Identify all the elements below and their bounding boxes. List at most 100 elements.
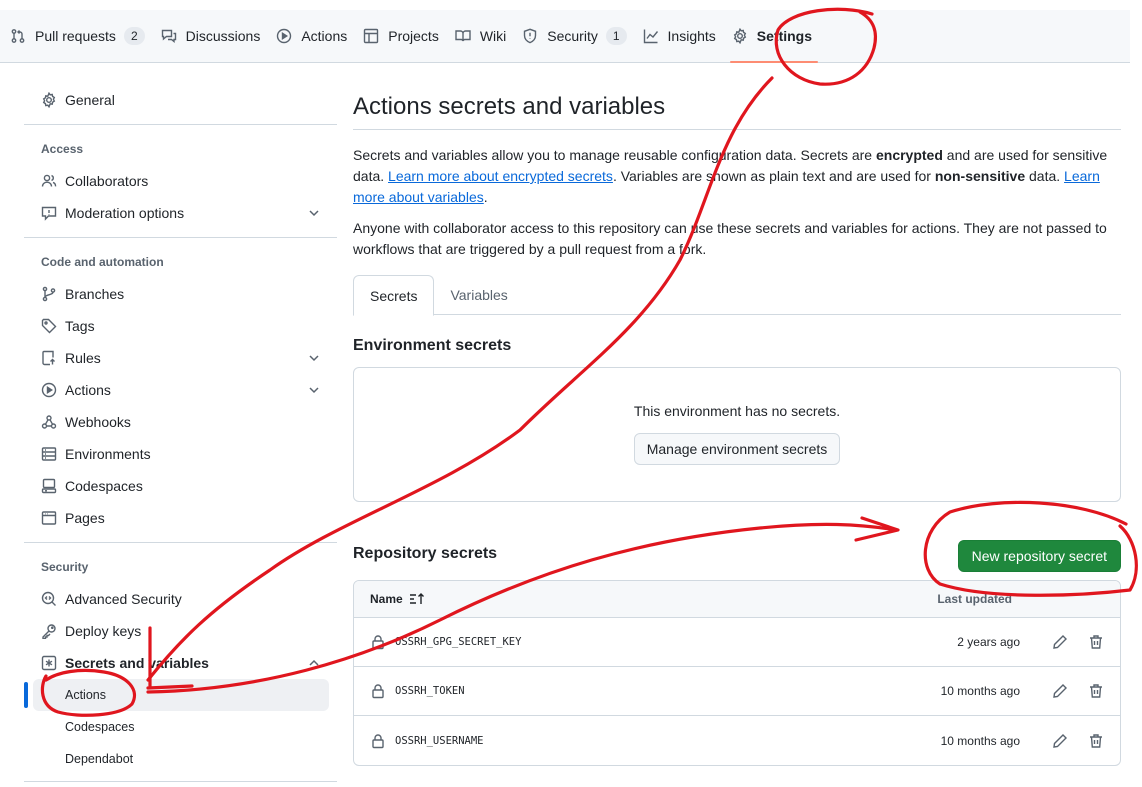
sidebar-item-actions[interactable]: Actions xyxy=(24,374,337,406)
gear-icon xyxy=(732,28,748,44)
secrets-variables-tabs: Secrets Variables xyxy=(353,275,1121,316)
column-last-updated: Last updated xyxy=(937,592,1012,606)
sidebar-subitem-actions[interactable]: Actions xyxy=(33,679,329,711)
chevron-down-icon xyxy=(307,351,321,365)
divider xyxy=(24,781,337,782)
sidebar-item-branches[interactable]: Branches xyxy=(24,278,337,310)
tab-label: Actions xyxy=(301,28,348,44)
empty-state-text: This environment has no secrets. xyxy=(633,403,841,419)
secret-name: OSSRH_USERNAME xyxy=(395,734,484,747)
sidebar-item-general[interactable]: General xyxy=(24,84,337,116)
sidebar-item-label: Advanced Security xyxy=(65,591,182,607)
sidebar-item-label: Pages xyxy=(65,510,105,526)
divider xyxy=(24,237,337,238)
sidebar-item-label: Webhooks xyxy=(65,414,131,430)
sidebar-item-label: Codespaces xyxy=(65,720,135,734)
text: data. xyxy=(1025,168,1065,184)
sidebar-item-deploy-keys[interactable]: Deploy keys xyxy=(24,615,337,647)
manage-environment-secrets-button[interactable]: Manage environment secrets xyxy=(633,433,841,465)
sidebar-item-label: Branches xyxy=(65,286,125,302)
sidebar-subitem-codespaces[interactable]: Codespaces xyxy=(33,711,329,743)
tab-label: Discussions xyxy=(185,28,261,44)
tab-label: Insights xyxy=(667,28,716,44)
tab-variables[interactable]: Variables xyxy=(434,275,523,315)
repo-nav: Pull requests 2 Discussions Actions Proj… xyxy=(0,10,1130,63)
column-label: Name xyxy=(370,592,403,606)
table-row: OSSRH_USERNAME 10 months ago xyxy=(354,716,1120,765)
text: . xyxy=(483,189,488,205)
git-branch-icon xyxy=(41,286,57,302)
divider xyxy=(24,124,337,125)
server-icon xyxy=(41,446,57,462)
secret-updated: 2 years ago xyxy=(957,635,1020,649)
sidebar-group-code: Code and automation xyxy=(41,255,164,269)
secret-name: OSSRH_TOKEN xyxy=(395,685,465,697)
browser-icon xyxy=(41,510,57,526)
report-icon xyxy=(41,205,57,221)
sidebar-item-label: Tags xyxy=(65,318,95,334)
tab-actions[interactable]: Actions xyxy=(274,10,359,62)
tab-settings[interactable]: Settings xyxy=(729,10,824,63)
lock-icon xyxy=(370,683,386,699)
tab-pull-requests[interactable]: Pull requests 2 xyxy=(8,10,157,62)
link-encrypted-secrets[interactable]: Learn more about encrypted secrets xyxy=(388,168,613,184)
asterisk-icon xyxy=(41,655,57,671)
text: . Variables are shown as plain text and … xyxy=(612,168,935,184)
tab-label: Security xyxy=(547,28,598,44)
tab-security[interactable]: Security 1 xyxy=(520,10,638,62)
sidebar-group-security: Security xyxy=(41,560,89,574)
secret-name: OSSRH_GPG_SECRET_KEY xyxy=(395,636,522,648)
tab-insights[interactable]: Insights xyxy=(641,10,728,62)
tab-label: Pull requests xyxy=(35,28,116,44)
codescan-icon xyxy=(41,591,57,607)
tab-projects[interactable]: Projects xyxy=(361,10,451,62)
play-icon xyxy=(276,28,292,44)
sidebar-item-moderation[interactable]: Moderation options xyxy=(24,197,337,229)
tab-secrets[interactable]: Secrets xyxy=(353,275,435,316)
repo-push-icon xyxy=(41,350,57,366)
sidebar-item-label: Environments xyxy=(65,446,151,462)
chevron-down-icon xyxy=(307,383,321,397)
secrets-table: Name Last updated OSSRH_GPG_SECRET_KEY 2… xyxy=(353,580,1121,766)
tab-label: Settings xyxy=(756,28,813,44)
environment-secrets-heading: Environment secrets xyxy=(353,337,512,354)
comment-discussion-icon xyxy=(161,28,177,44)
table-row: OSSRH_GPG_SECRET_KEY 2 years ago xyxy=(354,618,1120,667)
trash-icon[interactable] xyxy=(1088,683,1104,699)
tag-icon xyxy=(41,318,57,334)
sidebar-item-pages[interactable]: Pages xyxy=(24,502,337,534)
sidebar-item-label: Secrets and variables xyxy=(65,655,209,671)
sidebar-item-label: Collaborators xyxy=(65,173,149,189)
sidebar-item-rules[interactable]: Rules xyxy=(24,342,337,374)
git-pull-request-icon xyxy=(10,28,26,44)
sidebar-item-webhooks[interactable]: Webhooks xyxy=(24,406,337,438)
shield-icon xyxy=(522,28,538,44)
page-title: Actions secrets and variables xyxy=(353,84,1121,130)
repository-secrets-heading: Repository secrets xyxy=(353,545,498,562)
settings-sidebar: General Access Collaborators Moderation … xyxy=(24,84,337,787)
sidebar-item-label: Actions xyxy=(65,688,106,702)
pencil-icon[interactable] xyxy=(1052,683,1068,699)
pencil-icon[interactable] xyxy=(1052,634,1068,650)
sidebar-item-tags[interactable]: Tags xyxy=(24,310,337,342)
sidebar-item-codespaces[interactable]: Codespaces xyxy=(24,470,337,502)
pencil-icon[interactable] xyxy=(1052,733,1068,749)
sidebar-item-advanced-security[interactable]: Advanced Security xyxy=(24,583,337,615)
sidebar-item-label: Dependabot xyxy=(65,752,134,766)
trash-icon[interactable] xyxy=(1088,733,1104,749)
codespaces-icon xyxy=(41,478,57,494)
lock-icon xyxy=(370,733,386,749)
sidebar-item-secrets-and-variables[interactable]: Secrets and variables xyxy=(24,647,337,679)
book-icon xyxy=(455,28,471,44)
description-paragraph: Secrets and variables allow you to manag… xyxy=(353,145,1121,208)
sidebar-subitem-dependabot[interactable]: Dependabot xyxy=(33,743,329,775)
tab-discussions[interactable]: Discussions xyxy=(159,10,273,62)
sidebar-item-collaborators[interactable]: Collaborators xyxy=(24,165,337,197)
new-repository-secret-button[interactable]: New repository secret xyxy=(957,540,1121,572)
webhook-icon xyxy=(41,414,57,430)
trash-icon[interactable] xyxy=(1088,634,1104,650)
sidebar-item-environments[interactable]: Environments xyxy=(24,438,337,470)
column-name[interactable]: Name xyxy=(370,592,425,606)
tab-wiki[interactable]: Wiki xyxy=(453,10,518,62)
table-row: OSSRH_TOKEN 10 months ago xyxy=(354,667,1120,716)
